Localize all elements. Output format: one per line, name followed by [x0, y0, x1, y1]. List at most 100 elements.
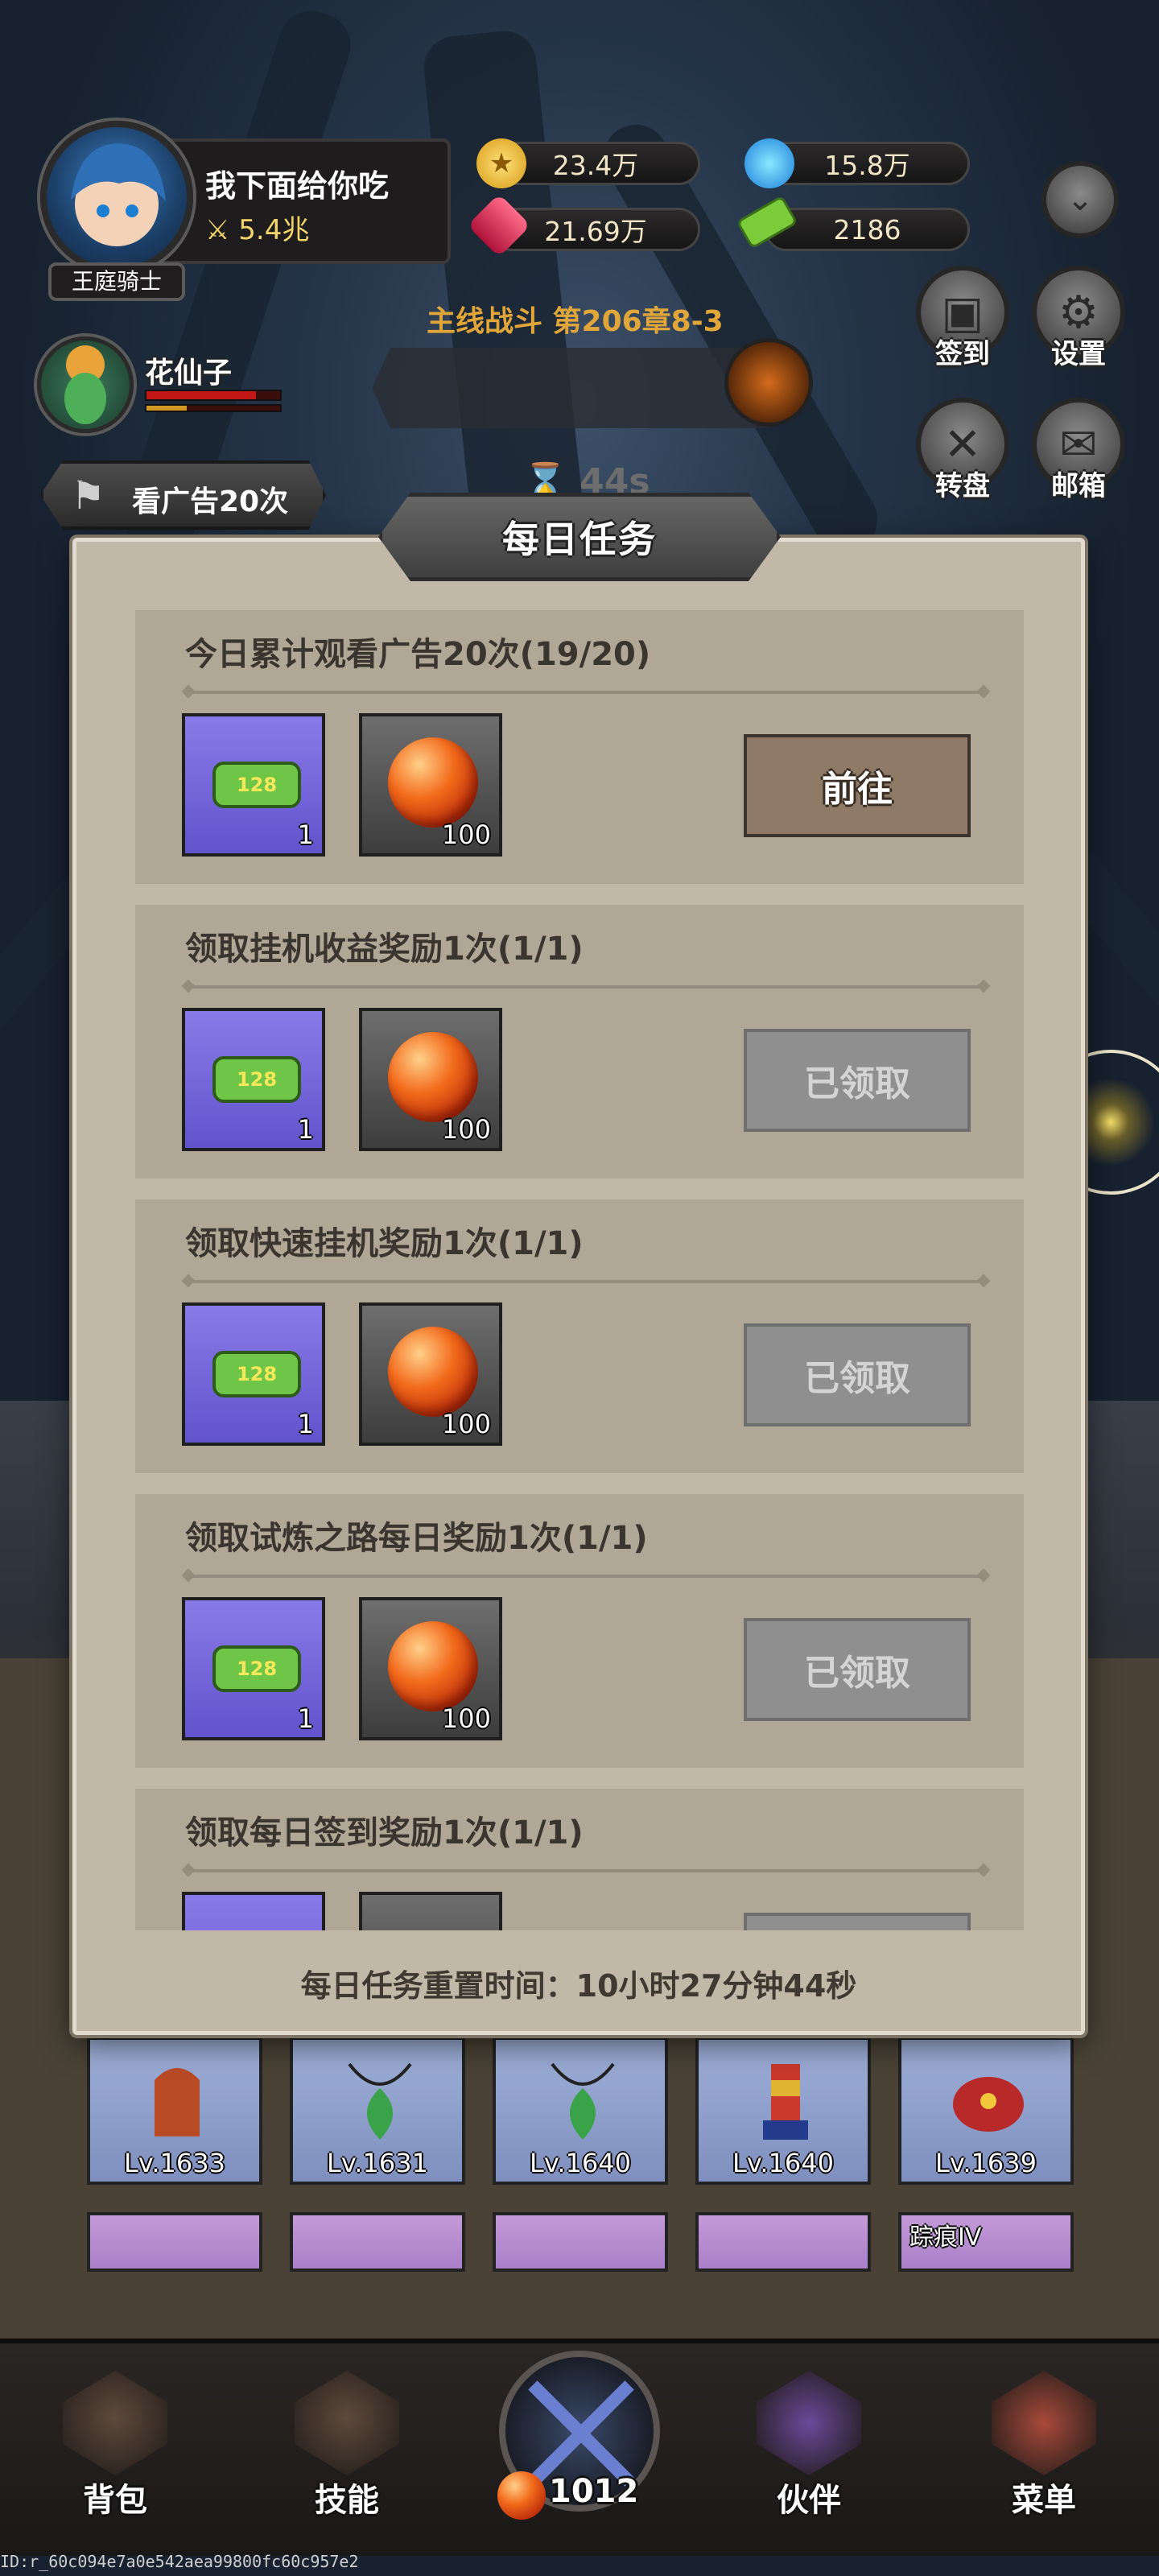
blue-gem-value: 15.8万	[824, 150, 910, 181]
reward-quantity: 100	[441, 1703, 491, 1734]
nav-partner[interactable]: 伙伴	[740, 2371, 877, 2532]
divider	[184, 691, 988, 694]
reward-orb[interactable]: 100	[359, 1302, 502, 1446]
reward-ticket[interactable]: 128 1	[182, 713, 325, 857]
stage-label: 主线战斗 第206章8-3	[427, 305, 724, 338]
ticket-icon: 128	[212, 1351, 301, 1397]
equip-slot-2[interactable]: Lv.1631	[290, 2037, 465, 2185]
claimed-button[interactable]	[744, 1913, 971, 1930]
backpack-icon	[63, 2371, 167, 2475]
fire-orb-icon	[388, 1327, 478, 1417]
nav-battle[interactable]: 1012	[475, 2351, 684, 2528]
claimed-button[interactable]: 已领取	[744, 1618, 971, 1721]
reward-ticket[interactable]: 128 1	[182, 1302, 325, 1446]
fire-orb-icon	[388, 1621, 478, 1711]
player-power-value: 5.4兆	[238, 214, 310, 246]
flag-icon: ⚑	[71, 473, 106, 518]
reward-ticket[interactable]: 128 1	[182, 1597, 325, 1740]
equip-slot-10[interactable]: 踪痕IV	[898, 2212, 1074, 2272]
task-card: 领取每日签到奖励1次(1/1)	[135, 1789, 1024, 1930]
reward-orb[interactable]: 100	[359, 1597, 502, 1740]
watch-ad-button[interactable]: ⚑ 看广告20次	[40, 460, 326, 530]
nav-bag[interactable]: 背包	[47, 2371, 184, 2532]
claimed-button[interactable]: 已领取	[744, 1323, 971, 1426]
envelope-icon: ✉	[1059, 418, 1098, 471]
equip-slot-9[interactable]	[695, 2212, 871, 2272]
boots-icon	[763, 2064, 808, 2140]
reward-ticket[interactable]	[182, 1892, 325, 1930]
equip-level: Lv.1640	[530, 2148, 631, 2178]
nav-bag-label: 背包	[83, 2482, 147, 2519]
equip-slot-7[interactable]	[290, 2212, 465, 2272]
list-fade	[135, 1930, 1024, 1956]
companion-name: 花仙子	[145, 357, 233, 390]
ticket-icon: 128	[212, 1645, 301, 1692]
task-title: 领取试炼之路每日奖励1次(1/1)	[185, 1520, 648, 1557]
player-avatar[interactable]	[40, 121, 193, 274]
task-title: 今日累计观看广告20次(19/20)	[185, 636, 651, 673]
companion-energy-bar	[145, 404, 282, 412]
reward-quantity: 100	[441, 819, 491, 850]
equip-slot-1[interactable]: Lv.1633	[87, 2037, 262, 2185]
player-rank-title: 王庭骑士	[48, 262, 185, 301]
gold-coin-icon: ★	[476, 138, 526, 188]
helmet-icon	[155, 2068, 200, 2136]
ticket-icon: 128	[212, 762, 301, 808]
divider	[184, 1280, 988, 1283]
modal-title-banner: 每日任务	[378, 493, 781, 581]
fairy-portrait-icon	[64, 345, 106, 424]
player-power: ⚔ 5.4兆	[205, 208, 309, 247]
reward-quantity: 1	[297, 819, 314, 850]
ticket-value: 2186	[833, 213, 901, 246]
equip-level: Lv.1631	[327, 2148, 428, 2178]
reward-orb[interactable]	[359, 1892, 502, 1930]
reward-orb[interactable]: 100	[359, 713, 502, 857]
nav-menu[interactable]: 菜单	[975, 2371, 1112, 2532]
wheel-icon: ✕	[943, 418, 982, 471]
companion-avatar[interactable]	[37, 336, 134, 433]
battle-count: 1012	[549, 2473, 639, 2510]
player-name: 我下面给你吃	[205, 168, 390, 204]
nav-partner-label: 伙伴	[777, 2482, 841, 2519]
wheel-label: 转盘	[935, 470, 990, 502]
reward-orb[interactable]: 100	[359, 1008, 502, 1151]
modal-title: 每日任务	[502, 518, 657, 561]
reward-quantity: 1	[297, 1114, 314, 1145]
nav-skills[interactable]: 技能	[278, 2371, 415, 2532]
claimed-button[interactable]: 已领取	[744, 1029, 971, 1132]
divider	[184, 1575, 988, 1578]
equip-slot-4[interactable]: Lv.1640	[695, 2037, 871, 2185]
task-card: 今日累计观看广告20次(19/20) 128 1 100 前往	[135, 610, 1024, 884]
task-card: 领取试炼之路每日奖励1次(1/1) 128 1 100 已领取	[135, 1494, 1024, 1768]
collapse-menu-button[interactable]: ⌄	[1041, 161, 1119, 238]
equip-slot-3[interactable]: Lv.1640	[493, 2037, 668, 2185]
task-list[interactable]: 今日累计观看广告20次(19/20) 128 1 100 前往 领取挂机收益奖励…	[135, 610, 1024, 1930]
divider	[184, 1869, 988, 1872]
mail-label: 邮箱	[1051, 470, 1106, 502]
equip-slot-8[interactable]	[493, 2212, 668, 2272]
companion-hp-bar	[145, 390, 282, 401]
blue-crystal-icon	[744, 138, 794, 188]
equip-slot-5[interactable]: Lv.1639	[898, 2037, 1074, 2185]
task-title: 领取快速挂机奖励1次(1/1)	[185, 1225, 584, 1262]
ticket-counter[interactable]: 2186	[765, 208, 970, 251]
book-icon	[992, 2371, 1096, 2475]
divider	[184, 985, 988, 989]
scroll-icon	[295, 2371, 399, 2475]
equip-level: Lv.1639	[935, 2148, 1037, 2178]
boss-icon[interactable]	[724, 338, 813, 427]
debug-id: ID:r_60c094e7a0e542aea99800fc60c957e2	[0, 2552, 359, 2571]
blue-gem-counter[interactable]: 15.8万	[765, 142, 970, 185]
settings-label: 设置	[1051, 338, 1106, 370]
reward-quantity: 100	[441, 1409, 491, 1439]
equip-slot-6[interactable]	[87, 2212, 262, 2272]
go-button[interactable]: 前往	[744, 734, 971, 837]
leaf-necklace-icon	[551, 2062, 615, 2140]
reward-quantity: 1	[297, 1409, 314, 1439]
reward-ticket[interactable]: 128 1	[182, 1008, 325, 1151]
reset-timer-text: 每日任务重置时间：10小时27分钟44秒	[300, 1968, 857, 2004]
nav-skills-label: 技能	[315, 2482, 379, 2519]
task-card: 领取快速挂机奖励1次(1/1) 128 1 100 已领取	[135, 1199, 1024, 1473]
reward-quantity: 1	[297, 1703, 314, 1734]
player-portrait-icon	[71, 143, 166, 246]
